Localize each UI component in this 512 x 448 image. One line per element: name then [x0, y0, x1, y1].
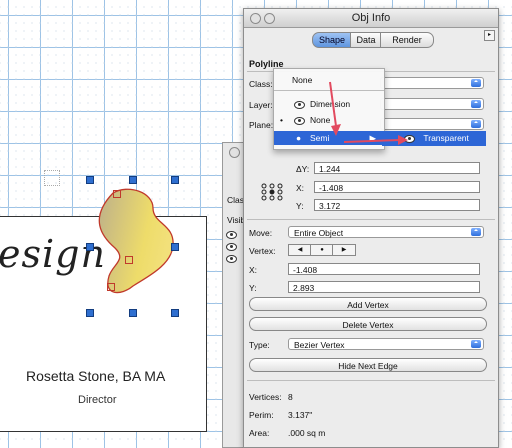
x-label: X:: [296, 183, 305, 193]
vertex-x-field[interactable]: -1.408: [288, 263, 480, 275]
delta-y-label: ΔY:: [296, 164, 310, 174]
vertex-label: Vertex:: [249, 246, 276, 256]
placeholder-frame: [44, 170, 60, 186]
close-button[interactable]: [229, 147, 240, 158]
move-value: Entire Object: [294, 228, 344, 238]
hide-next-edge-button[interactable]: Hide Next Edge: [249, 358, 487, 372]
vertex-handle[interactable]: [113, 190, 121, 198]
divider: [247, 380, 495, 381]
vertices-label: Vertices:: [249, 392, 282, 402]
vertex-handle[interactable]: [107, 283, 115, 291]
blob-shape[interactable]: [83, 186, 183, 306]
perim-label: Perim:: [249, 410, 274, 420]
card-name-text: Rosetta Stone, BA MA: [26, 368, 166, 384]
vertex-x-label: X:: [249, 265, 258, 275]
eye-icon[interactable]: [226, 229, 237, 239]
plane-label: Plane:: [249, 120, 274, 130]
title-bar[interactable]: Obj Info: [244, 9, 498, 28]
selection-handle[interactable]: [171, 243, 179, 251]
selection-handle[interactable]: [86, 243, 94, 251]
vertex-handle[interactable]: [125, 256, 133, 264]
vertices-value: 8: [288, 392, 293, 402]
layer-label: Layer:: [249, 100, 273, 110]
move-label: Move:: [249, 228, 273, 238]
selection-handle[interactable]: [86, 176, 94, 184]
add-vertex-button[interactable]: Add Vertex: [249, 297, 487, 311]
vertex-y-field[interactable]: 2.893: [288, 281, 480, 293]
area-value: .000 sq m: [288, 428, 326, 438]
reference-point-icon[interactable]: [260, 183, 284, 201]
tab-render[interactable]: Render: [380, 32, 434, 48]
y-label: Y:: [296, 201, 304, 211]
selection-handle[interactable]: [129, 176, 137, 184]
area-label: Area:: [249, 428, 270, 438]
move-popup[interactable]: Entire Object: [288, 226, 484, 238]
x-field[interactable]: -1.408: [314, 181, 480, 193]
previous-vertex-button[interactable]: ◀: [288, 244, 312, 256]
annotation-arrows: [329, 81, 408, 145]
delete-vertex-button[interactable]: Delete Vertex: [249, 317, 487, 331]
vertex-y-label: Y:: [249, 283, 257, 293]
selection-handle[interactable]: [171, 309, 179, 317]
delta-y-field[interactable]: 1.244: [314, 162, 480, 174]
window-title: Obj Info: [351, 12, 391, 24]
tab-shape[interactable]: Shape: [312, 32, 352, 48]
checkmark-icon: •: [280, 115, 283, 125]
class-label: Class:: [249, 79, 273, 89]
card-title-text: Director: [78, 394, 117, 406]
panel-menu-icon[interactable]: ▸: [484, 30, 495, 41]
divider: [247, 219, 495, 220]
y-field[interactable]: 3.172: [314, 199, 480, 211]
type-popup[interactable]: Bezier Vertex: [288, 338, 484, 350]
next-vertex-button[interactable]: ▶: [332, 244, 356, 256]
tab-data[interactable]: Data: [350, 32, 382, 48]
selection-handle[interactable]: [86, 309, 94, 317]
submenu-transparent-label: Transparent: [423, 133, 469, 143]
selection-handle[interactable]: [129, 309, 137, 317]
current-vertex-button[interactable]: ●: [310, 244, 334, 256]
eye-icon[interactable]: [226, 241, 237, 251]
eye-icon[interactable]: [226, 253, 237, 263]
perim-value: 3.137": [288, 410, 313, 420]
selection-handle[interactable]: [171, 176, 179, 184]
type-label: Type:: [249, 340, 270, 350]
type-value: Bezier Vertex: [294, 340, 345, 350]
